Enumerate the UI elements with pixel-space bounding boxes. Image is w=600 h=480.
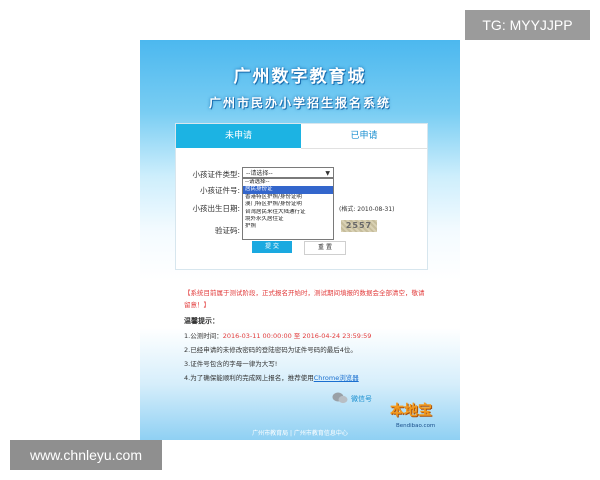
tip-line-1: 1.公测时间：2016-03-11 00:00:00 至 2016-04-24 …: [184, 330, 371, 340]
tip-line-4-prefix: 4.为了确保能顺利的完成网上报名，推荐使用: [184, 374, 314, 382]
tip-line-1-time: 2016-03-11 00:00:00 至 2016-04-24 23:59:5…: [222, 332, 372, 340]
dropdown-option[interactable]: 澳门特区护照/身份证明: [243, 201, 333, 208]
tip-line-4: 4.为了确保能顺利的完成网上报名，推荐使用Chrome浏览器: [184, 372, 359, 382]
birth-date-format-hint: (格式: 2010-08-31): [339, 206, 395, 213]
tab-applied[interactable]: 已申请: [301, 124, 427, 149]
tip-line-1-prefix: 1.公测时间：: [184, 332, 223, 340]
site-subtitle: 广州市民办小学招生报名系统: [208, 96, 391, 110]
application-form-card: 未申请 已申请 小孩证件类型: --请选择-- ▼ 小孩证件号: 小孩出生日期:…: [175, 123, 428, 270]
dropdown-option[interactable]: 境外永久居住证: [243, 216, 333, 223]
birth-date-label: 小孩出生日期:: [192, 204, 240, 213]
id-type-select[interactable]: --请选择-- ▼: [242, 167, 334, 178]
footer-text: 广州市教育局 | 广州市教育信息中心: [252, 430, 348, 437]
wechat-icon: [332, 392, 348, 404]
submit-button[interactable]: 提 交: [252, 241, 292, 253]
tip-line-2: 2.已经申请的未修改密码的登陆密码为证件号码的最后4位。: [184, 346, 357, 354]
tip-line-3: 3.证件号包含的字母一律为大写!: [184, 360, 278, 368]
screenshot-panel: 广州数字教育城 广州市民办小学招生报名系统 未申请 已申请 小孩证件类型: --…: [140, 40, 460, 440]
reset-button[interactable]: 重 置: [304, 241, 346, 255]
test-notice: 【系统目前属于测试阶段，正式报名开始时，测试期间填报的数据会全部清空，敬请留意！…: [184, 289, 425, 309]
dropdown-option[interactable]: 护照: [243, 223, 333, 230]
id-type-dropdown-list: --请选择-- 居民身份证 香港特区护照/身份证明 澳门特区护照/身份证明 台湾…: [242, 178, 334, 240]
id-type-selected-value: --请选择--: [246, 170, 273, 177]
tips-heading: 温馨提示：: [184, 317, 219, 325]
bendibao-logo: 本地宝: [390, 403, 432, 419]
dropdown-option-highlighted[interactable]: 居民身份证: [243, 186, 333, 194]
dropdown-option[interactable]: 台湾居民来往大陆通行证: [243, 209, 333, 216]
id-type-label: 小孩证件类型:: [192, 170, 240, 179]
watermark-bottom: www.chnleyu.com: [10, 440, 162, 470]
chrome-browser-link[interactable]: Chrome浏览器: [314, 374, 359, 382]
captcha-image[interactable]: 2557: [341, 220, 377, 232]
id-number-label: 小孩证件号:: [199, 186, 240, 195]
tab-unapplied[interactable]: 未申请: [176, 124, 301, 148]
dropdown-option[interactable]: --请选择--: [243, 179, 333, 186]
logo-subtitle: 微信号: [351, 395, 372, 403]
captcha-label: 验证码:: [214, 226, 240, 235]
site-title: 广州数字教育城: [233, 67, 367, 87]
watermark-top: TG: MYYJJPP: [465, 10, 590, 40]
dropdown-option[interactable]: 香港特区护照/身份证明: [243, 194, 333, 201]
